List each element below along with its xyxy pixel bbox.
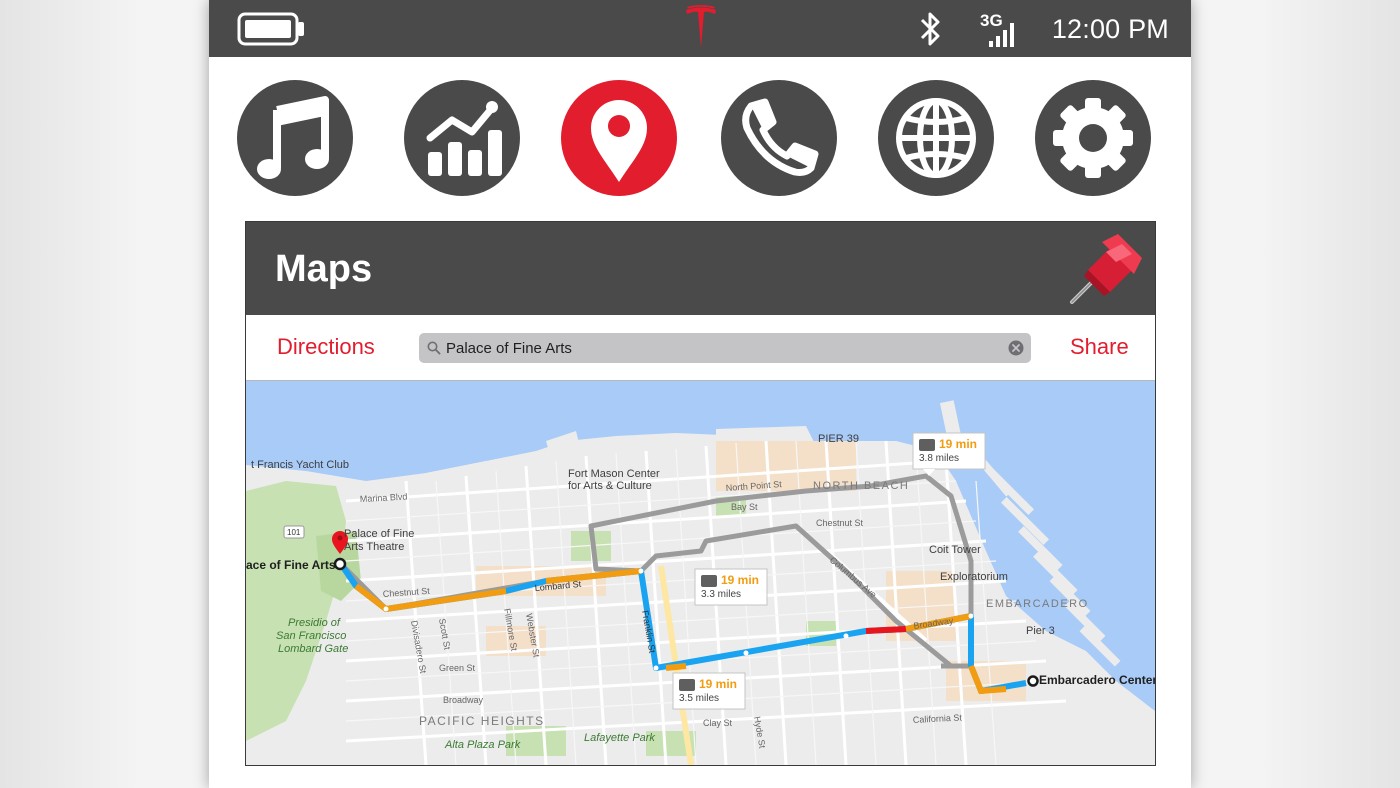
- map-view[interactable]: 19 min 3.8 miles 19 min 3.3 miles 19 min…: [246, 381, 1155, 765]
- directions-button[interactable]: Directions: [277, 333, 375, 361]
- map-label: Presidio of: [288, 617, 341, 629]
- map-label: Pier 3: [1026, 625, 1055, 637]
- car-icon: [701, 575, 717, 587]
- map-label: Coit Tower: [929, 544, 981, 556]
- map-label: EMBARCADERO: [986, 598, 1089, 610]
- browser-app-button[interactable]: [878, 80, 994, 196]
- pushpin-icon[interactable]: [1066, 230, 1146, 308]
- clear-search-icon[interactable]: [1008, 340, 1024, 356]
- signal-icon: 3G: [980, 11, 1014, 47]
- bar-chart-icon: [426, 101, 502, 176]
- share-button[interactable]: Share: [1070, 333, 1129, 361]
- start-label: ace of Fine Arts: [246, 558, 336, 572]
- panel-header: Maps: [246, 222, 1155, 315]
- map-label: Fort Mason Center: [568, 468, 660, 480]
- map-label: Green St: [439, 663, 476, 673]
- status-bar: 3G 12:00 PM: [209, 0, 1191, 57]
- network-type-label: 3G: [980, 11, 1003, 30]
- maps-toolbar: Directions Share: [246, 315, 1155, 381]
- map-label: Arts Theatre: [344, 541, 404, 553]
- highway-shield: 101: [287, 528, 301, 537]
- clock: 12:00 PM: [1051, 14, 1169, 44]
- music-app-button[interactable]: [237, 80, 353, 196]
- map-label: Chestnut St: [816, 518, 864, 528]
- map-label: PIER 39: [818, 433, 859, 445]
- map-label: Broadway: [443, 695, 484, 705]
- search-box[interactable]: [419, 333, 1031, 363]
- car-icon: [679, 679, 695, 691]
- route-callout-3[interactable]: 19 min 3.5 miles: [672, 672, 746, 710]
- map-label: Clay St: [703, 718, 733, 728]
- search-input[interactable]: [446, 333, 1006, 363]
- maps-app-button[interactable]: [561, 80, 677, 196]
- route-distance: 3.3 miles: [701, 589, 741, 600]
- route-callout-2[interactable]: 19 min 3.3 miles: [694, 568, 768, 606]
- settings-app-button[interactable]: [1035, 80, 1151, 196]
- map-label: San Francisco: [276, 630, 346, 642]
- map-label: Alta Plaza Park: [444, 739, 521, 751]
- heavy-traffic-segment: [865, 626, 907, 634]
- map-label: for Arts & Culture: [568, 480, 652, 492]
- map-label: Exploratorium: [940, 571, 1008, 583]
- search-icon: [427, 341, 441, 355]
- map-label: t Francis Yacht Club: [251, 459, 349, 471]
- route-time: 19 min: [939, 437, 977, 451]
- maps-panel: Maps Directions Palace of Fine Arts Shar…: [245, 221, 1156, 766]
- map-label: Palace of Fine: [344, 528, 414, 540]
- route-distance: 3.5 miles: [679, 693, 719, 704]
- map-label: PACIFIC HEIGHTS: [419, 714, 545, 728]
- route-distance: 3.8 miles: [919, 453, 959, 464]
- gear-icon: [1053, 98, 1133, 178]
- panel-title: Maps: [275, 248, 373, 290]
- tesla-logo: [686, 5, 716, 48]
- map-label: Lafayette Park: [584, 732, 655, 744]
- phone-app-button[interactable]: [721, 80, 837, 196]
- destination-label: Embarcadero Center: [1039, 673, 1155, 687]
- music-note-icon: [257, 96, 329, 179]
- map-label: Bay St: [731, 502, 758, 512]
- globe-icon: [896, 98, 976, 178]
- bluetooth-icon[interactable]: [918, 10, 944, 48]
- map-canvas[interactable]: 19 min 3.8 miles 19 min 3.3 miles 19 min…: [246, 381, 1155, 765]
- route-time: 19 min: [699, 677, 737, 691]
- stats-app-button[interactable]: [404, 80, 520, 196]
- phone-icon: [742, 98, 819, 176]
- route-time: 19 min: [721, 573, 759, 587]
- destination-marker[interactable]: [1027, 675, 1039, 687]
- map-label: Lombard Gate: [278, 643, 348, 655]
- car-display: 3G 12:00 PM Maps Directions Palace of Fi…: [209, 0, 1191, 788]
- location-pin-icon: [591, 100, 647, 182]
- battery-icon: [237, 12, 304, 46]
- map-label: NORTH BEACH: [813, 480, 909, 492]
- car-icon: [919, 439, 935, 451]
